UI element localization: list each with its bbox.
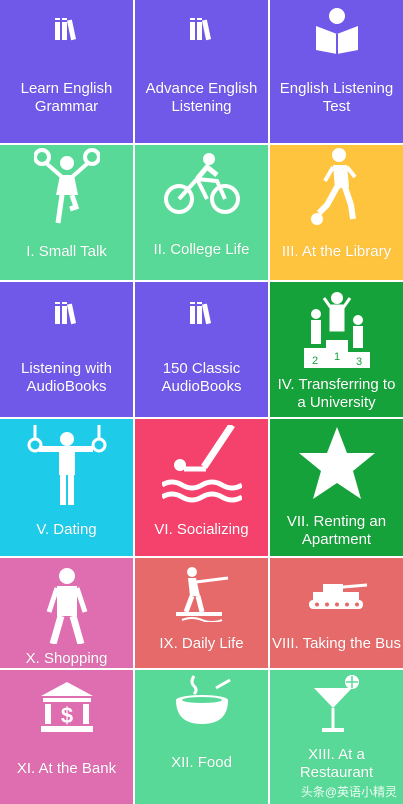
tile-college-life[interactable]: II. College Life [135, 145, 268, 280]
tile-label: V. Dating [36, 521, 97, 538]
tile-label: X. Shopping [25, 650, 108, 667]
tile-label: II. College Life [153, 241, 250, 258]
tile-at-the-library[interactable]: III. At the Library [270, 145, 403, 280]
diver-icon [135, 425, 268, 505]
books-icon [0, 14, 133, 42]
lesson-grid: Learn English Grammar Advance English Li… [0, 0, 403, 804]
tile-label: English Listening Test [279, 80, 394, 115]
cyclist-icon [135, 151, 268, 217]
books-icon [0, 298, 133, 326]
tile-label: Advance English Listening [145, 80, 258, 115]
podium-icon: 1 2 3 [270, 290, 403, 370]
star-icon [270, 425, 403, 503]
tile-label: VI. Socializing [154, 521, 249, 538]
tank-icon [270, 580, 403, 610]
tile-daily-life[interactable]: IX. Daily Life [135, 558, 268, 668]
cocktail-icon [270, 674, 403, 734]
watermark: 头条@英语小精灵 [300, 785, 397, 799]
tile-label: Listening with AudioBooks [21, 360, 112, 395]
svg-text:2: 2 [311, 355, 317, 367]
soup-bowl-icon [135, 674, 268, 728]
water-skier-icon [135, 566, 268, 622]
tile-label: IX. Daily Life [159, 635, 244, 652]
tile-renting-an-apartment[interactable]: VII. Renting an Apartment [270, 419, 403, 556]
cheerleader-icon [0, 147, 133, 227]
tile-label: I. Small Talk [26, 243, 107, 260]
tile-shopping[interactable]: X. Shopping [0, 558, 133, 668]
tile-small-talk[interactable]: I. Small Talk [0, 145, 133, 280]
books-icon [135, 298, 268, 326]
gymnast-rings-icon [0, 425, 133, 505]
tile-label: XI. At the Bank [16, 760, 117, 777]
tile-150-classic-audiobooks[interactable]: 150 Classic AudioBooks [135, 282, 268, 417]
tile-label: IV. Transferring to a University [277, 376, 396, 411]
tile-taking-the-bus[interactable]: VIII. Taking the Bus [270, 558, 403, 668]
tile-label: XII. Food [171, 754, 232, 771]
tile-dating[interactable]: V. Dating [0, 419, 133, 556]
tile-transferring-to-a-university[interactable]: 1 2 3 IV. Transferring to a University [270, 282, 403, 417]
svg-text:$: $ [60, 703, 72, 728]
tile-label: III. At the Library [281, 243, 392, 260]
tile-at-the-bank[interactable]: $ XI. At the Bank [0, 670, 133, 804]
tile-label: Learn English Grammar [20, 80, 113, 115]
tile-advance-english-listening[interactable]: Advance English Listening [135, 0, 268, 143]
tile-label: 150 Classic AudioBooks [161, 360, 242, 395]
soccer-player-icon [270, 147, 403, 227]
tile-english-listening-test[interactable]: English Listening Test [270, 0, 403, 143]
bank-icon: $ [0, 682, 133, 734]
tile-label: VII. Renting an Apartment [286, 513, 387, 548]
tile-label: XIII. At a Restaurant [299, 746, 374, 781]
tile-listening-with-audiobooks[interactable]: Listening with AudioBooks [0, 282, 133, 417]
tile-learn-english-grammar[interactable]: Learn English Grammar [0, 0, 133, 143]
books-icon [135, 14, 268, 42]
tile-socializing[interactable]: VI. Socializing [135, 419, 268, 556]
person-icon [0, 568, 133, 644]
svg-text:1: 1 [333, 351, 339, 363]
tile-label: VIII. Taking the Bus [272, 635, 401, 652]
svg-text:3: 3 [355, 356, 361, 368]
reader-icon [270, 6, 403, 54]
tile-food[interactable]: XII. Food [135, 670, 268, 804]
